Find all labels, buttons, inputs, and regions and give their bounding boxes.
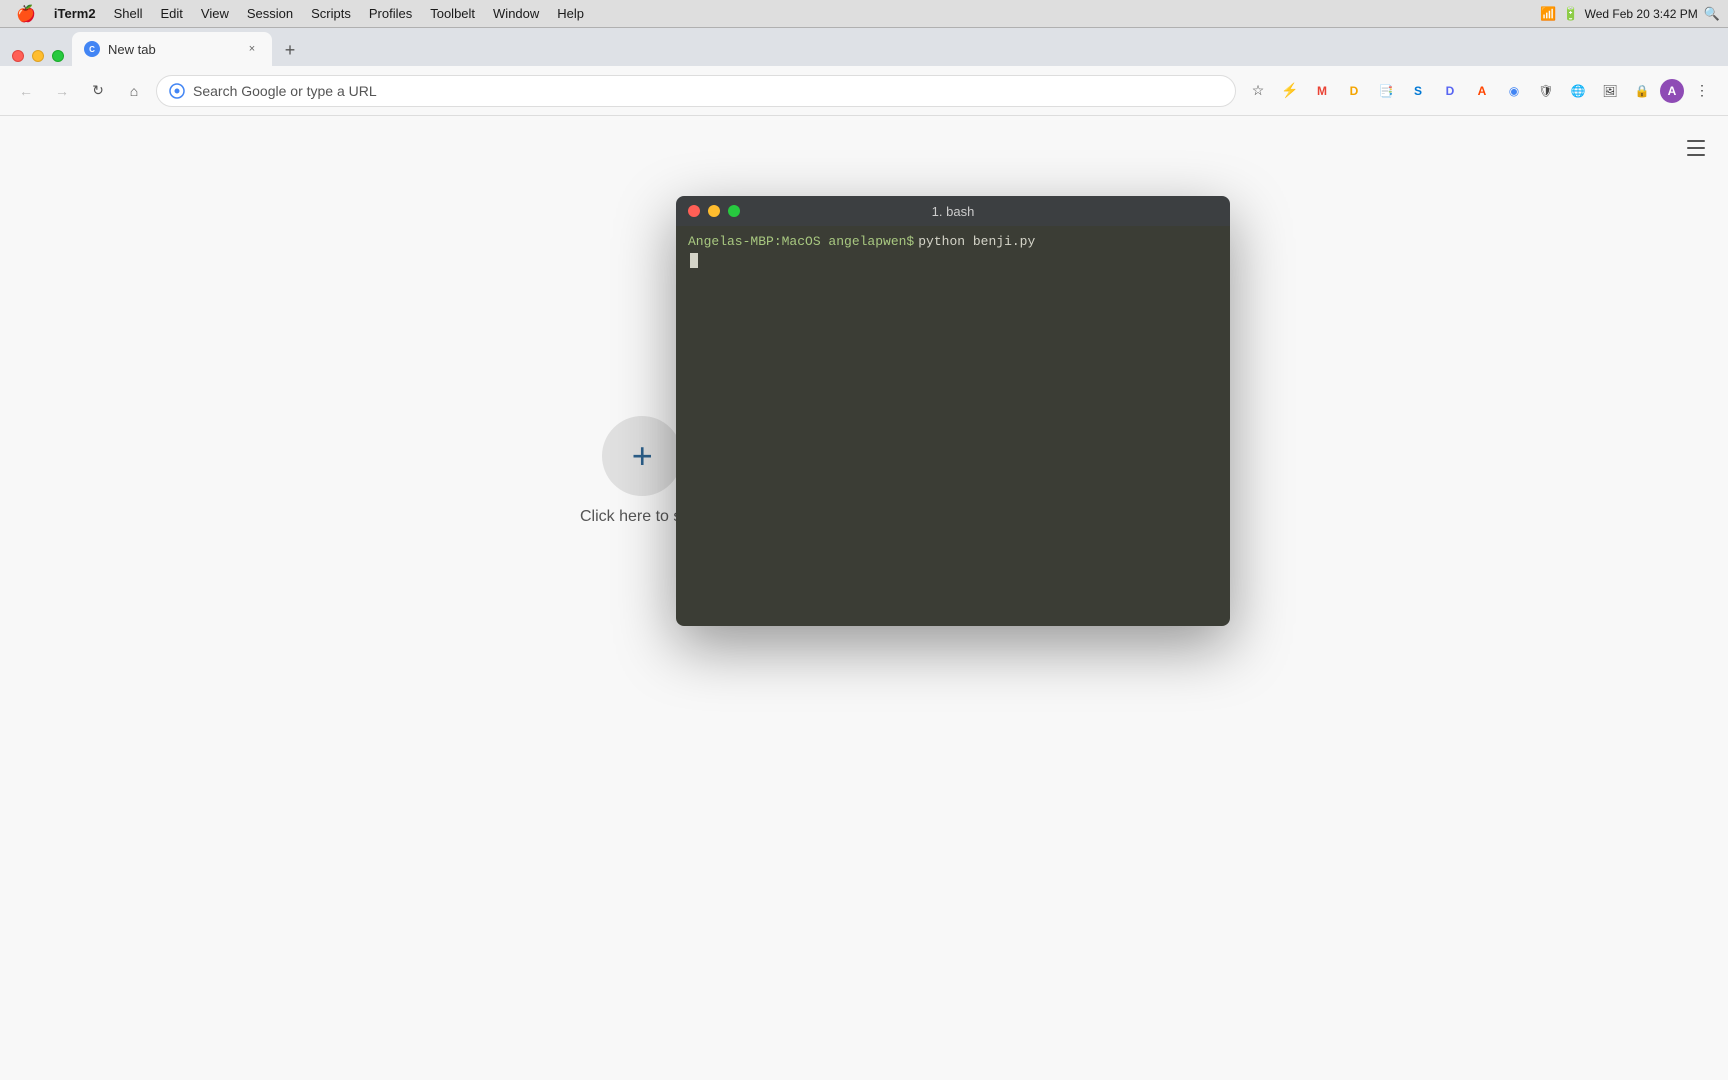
start-plus-icon: + — [632, 438, 653, 474]
browser-content: + Click here to start 1. bash Angelas-MB… — [0, 116, 1728, 1080]
avatar[interactable]: A — [1660, 79, 1684, 103]
wifi-icon: 📶 — [1540, 6, 1556, 22]
menu-help[interactable]: Help — [549, 4, 592, 23]
tab-bar: C New tab × + — [0, 28, 1728, 66]
browser-window: C New tab × + ← → ↻ ⌂ Search Google or t… — [0, 28, 1728, 1080]
tab-title: New tab — [108, 42, 236, 57]
menu-view[interactable]: View — [193, 4, 237, 23]
terminal-prompt-line: Angelas-MBP:MacOS angelapwen$ python ben… — [688, 234, 1218, 249]
apple-menu[interactable]: 🍎 — [8, 2, 44, 26]
extension-icon-7[interactable]: 🛡 — [1532, 77, 1560, 105]
datetime-display: Wed Feb 20 3:42 PM — [1585, 7, 1698, 21]
iterm-title: 1. bash — [932, 204, 975, 219]
menu-line-3 — [1687, 154, 1705, 156]
google-logo — [169, 83, 185, 99]
menu-bar-left: 🍎 iTerm2 Shell Edit View Session Scripts… — [8, 2, 592, 26]
menu-line-2 — [1687, 147, 1705, 149]
iterm-traffic-lights — [688, 205, 740, 217]
extension-icon-1[interactable]: D — [1340, 77, 1368, 105]
extension-icon-2[interactable]: 📑 — [1372, 77, 1400, 105]
iterm-close-button[interactable] — [688, 205, 700, 217]
menu-bar-right: 📶 🔋 Wed Feb 20 3:42 PM 🔍 — [1540, 6, 1720, 22]
search-menubar-icon[interactable]: 🔍 — [1704, 6, 1720, 22]
extension-icon-8[interactable]: 🌐 — [1564, 77, 1592, 105]
chrome-menu-button[interactable]: ⋮ — [1688, 77, 1716, 105]
window-minimize-button[interactable] — [32, 50, 44, 62]
terminal-body[interactable]: Angelas-MBP:MacOS angelapwen$ python ben… — [676, 226, 1230, 626]
back-button[interactable]: ← — [12, 77, 40, 105]
extension-icon-9[interactable]: 🖼 — [1596, 77, 1624, 105]
terminal-command: python benji.py — [918, 234, 1035, 249]
extension-icon-6[interactable]: ◉ — [1500, 77, 1528, 105]
iterm-maximize-button[interactable] — [728, 205, 740, 217]
menu-shell[interactable]: Shell — [106, 4, 151, 23]
iterm-window: 1. bash Angelas-MBP:MacOS angelapwen$ py… — [676, 196, 1230, 626]
refresh-button[interactable]: ↻ — [84, 77, 112, 105]
window-controls — [12, 50, 64, 66]
terminal-cursor-line — [688, 249, 1218, 268]
gmail-icon[interactable]: M — [1308, 77, 1336, 105]
iterm-minimize-button[interactable] — [708, 205, 720, 217]
extension-icon-5[interactable]: A — [1468, 77, 1496, 105]
menu-bar: 🍎 iTerm2 Shell Edit View Session Scripts… — [0, 0, 1728, 28]
start-circle[interactable]: + — [602, 416, 682, 496]
address-text: Search Google or type a URL — [193, 83, 1223, 99]
extension-icon-4[interactable]: D — [1436, 77, 1464, 105]
bookmark-button[interactable]: ☆ — [1244, 77, 1272, 105]
menu-scripts[interactable]: Scripts — [303, 4, 359, 23]
menu-window[interactable]: Window — [485, 4, 547, 23]
home-button[interactable]: ⌂ — [120, 77, 148, 105]
tab-favicon: C — [84, 41, 100, 57]
window-close-button[interactable] — [12, 50, 24, 62]
terminal-host: Angelas-MBP:MacOS angelapwen$ — [688, 234, 914, 249]
new-tab-button[interactable]: + — [276, 38, 304, 66]
forward-button[interactable]: → — [48, 77, 76, 105]
menu-line-1 — [1687, 140, 1705, 142]
address-bar-right: ☆ ⚡ M D 📑 S D A ◉ 🛡 🌐 🖼 🔒 A ⋮ — [1244, 77, 1716, 105]
menu-toolbelt[interactable]: Toolbelt — [422, 4, 483, 23]
window-maximize-button[interactable] — [52, 50, 64, 62]
active-tab[interactable]: C New tab × — [72, 32, 272, 66]
menu-profiles[interactable]: Profiles — [361, 4, 420, 23]
content-menu-button[interactable] — [1680, 132, 1712, 164]
terminal-cursor — [690, 253, 698, 268]
address-input-wrapper[interactable]: Search Google or type a URL — [156, 75, 1236, 107]
tab-close-button[interactable]: × — [244, 41, 260, 57]
menu-session[interactable]: Session — [239, 4, 301, 23]
address-bar: ← → ↻ ⌂ Search Google or type a URL ☆ ⚡ … — [0, 66, 1728, 116]
iterm-titlebar: 1. bash — [676, 196, 1230, 226]
menu-edit[interactable]: Edit — [153, 4, 191, 23]
lightning-icon[interactable]: ⚡ — [1276, 77, 1304, 105]
extension-icon-3[interactable]: S — [1404, 77, 1432, 105]
menu-iterm2[interactable]: iTerm2 — [46, 4, 104, 23]
svg-text:C: C — [89, 45, 95, 54]
extension-icon-10[interactable]: 🔒 — [1628, 77, 1656, 105]
battery-icon: 🔋 — [1562, 6, 1578, 22]
